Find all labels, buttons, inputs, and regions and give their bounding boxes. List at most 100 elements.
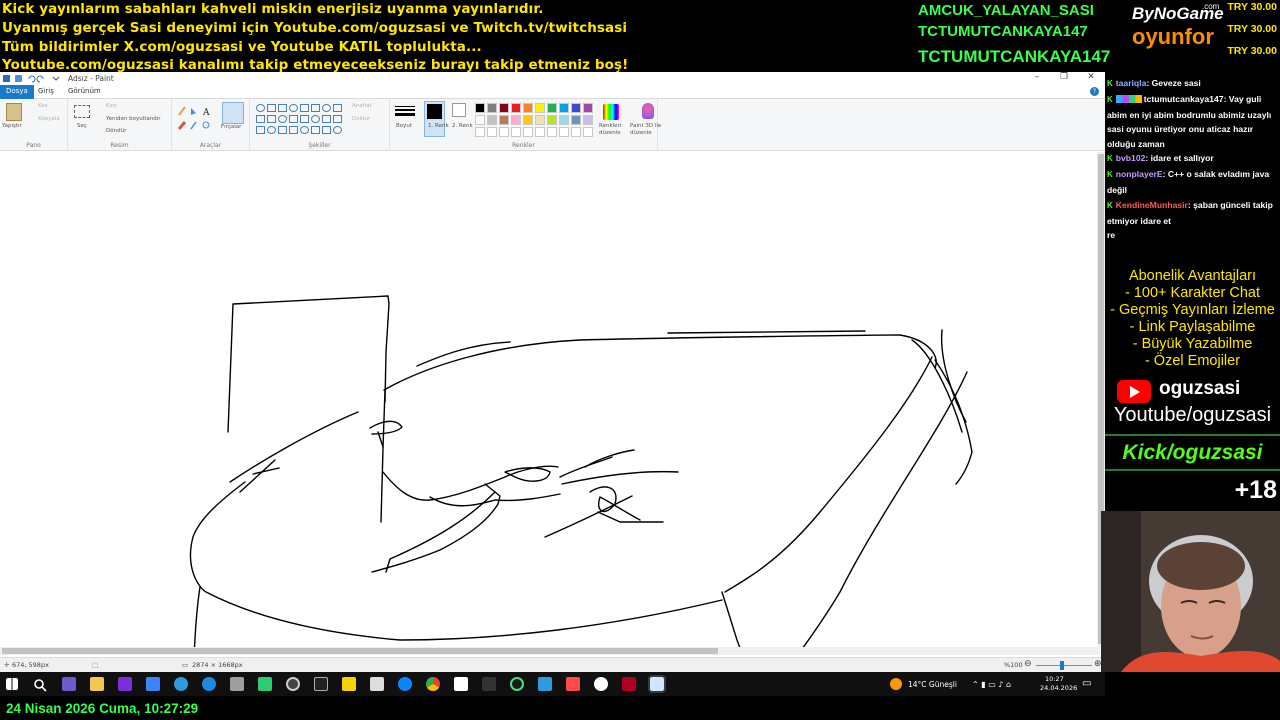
size-button[interactable]: Boyut xyxy=(396,123,412,129)
start-icon[interactable] xyxy=(6,678,18,690)
onenote-icon[interactable] xyxy=(118,677,132,691)
color-swatch[interactable] xyxy=(583,103,593,113)
refresh-app-icon[interactable] xyxy=(174,677,188,691)
rotate-button[interactable]: Döndür xyxy=(106,128,126,134)
color-swatch[interactable] xyxy=(487,103,497,113)
drawing-canvas[interactable] xyxy=(0,152,1100,703)
select-button[interactable]: Seç xyxy=(77,123,87,129)
paste-button[interactable]: Yapıştır xyxy=(2,123,22,129)
color-swatch[interactable] xyxy=(475,103,485,113)
custom-color-swatch[interactable] xyxy=(523,127,533,137)
camera-icon[interactable] xyxy=(230,677,244,691)
check-app-icon[interactable] xyxy=(370,677,384,691)
file-explorer-icon[interactable] xyxy=(90,677,104,691)
outline-button[interactable]: Anahat xyxy=(352,103,372,109)
shape-item[interactable] xyxy=(333,104,342,112)
music-icon[interactable] xyxy=(482,677,496,691)
color-swatch[interactable] xyxy=(559,115,569,125)
clock-date[interactable]: 24.04.2026 xyxy=(1040,684,1077,692)
shape-item[interactable] xyxy=(289,115,298,123)
color-swatch[interactable] xyxy=(571,103,581,113)
search-icon[interactable] xyxy=(33,677,47,692)
custom-color-swatch[interactable] xyxy=(475,127,485,137)
tab-view[interactable]: Görünüm xyxy=(62,85,107,99)
browser-icon[interactable] xyxy=(398,677,412,691)
notes-icon[interactable] xyxy=(342,677,356,691)
obs-icon[interactable] xyxy=(286,677,300,691)
select-icon[interactable] xyxy=(74,105,90,118)
monitor-app-icon[interactable] xyxy=(146,677,160,691)
shape-item[interactable] xyxy=(267,115,276,123)
shape-item[interactable] xyxy=(311,126,320,134)
color-swatch[interactable] xyxy=(559,103,569,113)
triangle-app-icon[interactable] xyxy=(314,677,328,691)
color-swatch[interactable] xyxy=(547,115,557,125)
vivaldi-icon[interactable] xyxy=(566,677,580,691)
weather-text[interactable]: 14°C Güneşli xyxy=(908,680,957,689)
openai-icon[interactable] xyxy=(594,677,608,691)
custom-color-swatch[interactable] xyxy=(487,127,497,137)
pen-app-icon[interactable] xyxy=(62,677,76,691)
color-swatch[interactable] xyxy=(487,115,497,125)
blank-app-icon[interactable] xyxy=(538,677,552,691)
edge-icon[interactable] xyxy=(202,677,216,691)
color-swatch[interactable] xyxy=(475,115,485,125)
p-app-icon[interactable] xyxy=(454,677,468,691)
shape-item[interactable] xyxy=(300,115,309,123)
color-swatch[interactable] xyxy=(499,103,509,113)
color-swatch[interactable] xyxy=(511,103,521,113)
color2-selector[interactable] xyxy=(452,103,466,117)
shape-item[interactable] xyxy=(300,104,309,112)
custom-color-swatch[interactable] xyxy=(547,127,557,137)
edit-colors-button[interactable]: Renkleri düzenle xyxy=(599,123,625,137)
color1-selector[interactable] xyxy=(424,101,445,137)
resize-button[interactable]: Yeniden boyutlandır xyxy=(106,116,161,122)
color-swatch[interactable] xyxy=(523,115,533,125)
color-swatch[interactable] xyxy=(535,115,545,125)
shape-item[interactable] xyxy=(256,126,265,134)
color-swatch[interactable] xyxy=(523,103,533,113)
shape-item[interactable] xyxy=(267,104,276,112)
shape-item[interactable] xyxy=(289,126,298,134)
paint-app-icon[interactable] xyxy=(622,677,636,691)
close-button[interactable]: ✕ xyxy=(1078,72,1104,82)
edit-colors-icon[interactable] xyxy=(603,104,619,120)
color-swatch[interactable] xyxy=(571,115,581,125)
shape-item[interactable] xyxy=(256,115,265,123)
shape-item[interactable] xyxy=(267,126,276,134)
tv-app-icon[interactable] xyxy=(258,677,272,691)
color-swatch[interactable] xyxy=(511,115,521,125)
color-swatch[interactable] xyxy=(547,103,557,113)
custom-color-swatch[interactable] xyxy=(499,127,509,137)
shape-item[interactable] xyxy=(278,115,287,123)
custom-color-swatch[interactable] xyxy=(571,127,581,137)
minimize-button[interactable]: – xyxy=(1024,72,1050,82)
fill-button[interactable]: Doldur xyxy=(352,116,370,122)
clock-time[interactable]: 10:27 xyxy=(1045,675,1064,683)
notification-icon[interactable]: ▭ xyxy=(1082,678,1091,689)
shape-item[interactable] xyxy=(278,126,287,134)
brushes-icon[interactable] xyxy=(222,102,244,124)
zoom-slider-thumb[interactable] xyxy=(1060,661,1064,670)
paint-active-icon[interactable] xyxy=(648,675,666,693)
shape-item[interactable] xyxy=(256,104,265,112)
custom-color-swatch[interactable] xyxy=(511,127,521,137)
zoom-out-button[interactable]: ⊖ xyxy=(1024,659,1032,669)
shape-item[interactable] xyxy=(311,104,320,112)
custom-color-swatch[interactable] xyxy=(535,127,545,137)
shape-item[interactable] xyxy=(322,115,331,123)
maximize-button[interactable]: ❐ xyxy=(1051,72,1077,82)
shape-item[interactable] xyxy=(333,115,342,123)
color-swatch[interactable] xyxy=(583,115,593,125)
tab-file[interactable]: Dosya xyxy=(0,85,34,99)
shape-item[interactable] xyxy=(311,115,320,123)
circle-app-icon[interactable] xyxy=(510,677,524,691)
tray-icons[interactable]: ⌃ ▮ ▭ ♪ ⌂ xyxy=(972,680,1011,689)
paint3d-button[interactable]: Paint 3D ile düzenle xyxy=(630,123,670,137)
custom-color-swatch[interactable] xyxy=(583,127,593,137)
color-swatch[interactable] xyxy=(535,103,545,113)
shape-item[interactable] xyxy=(278,104,287,112)
quick-access-toolbar[interactable] xyxy=(3,74,63,85)
tab-home[interactable]: Giriş xyxy=(32,85,60,99)
tools-icons[interactable]: A xyxy=(177,105,215,133)
